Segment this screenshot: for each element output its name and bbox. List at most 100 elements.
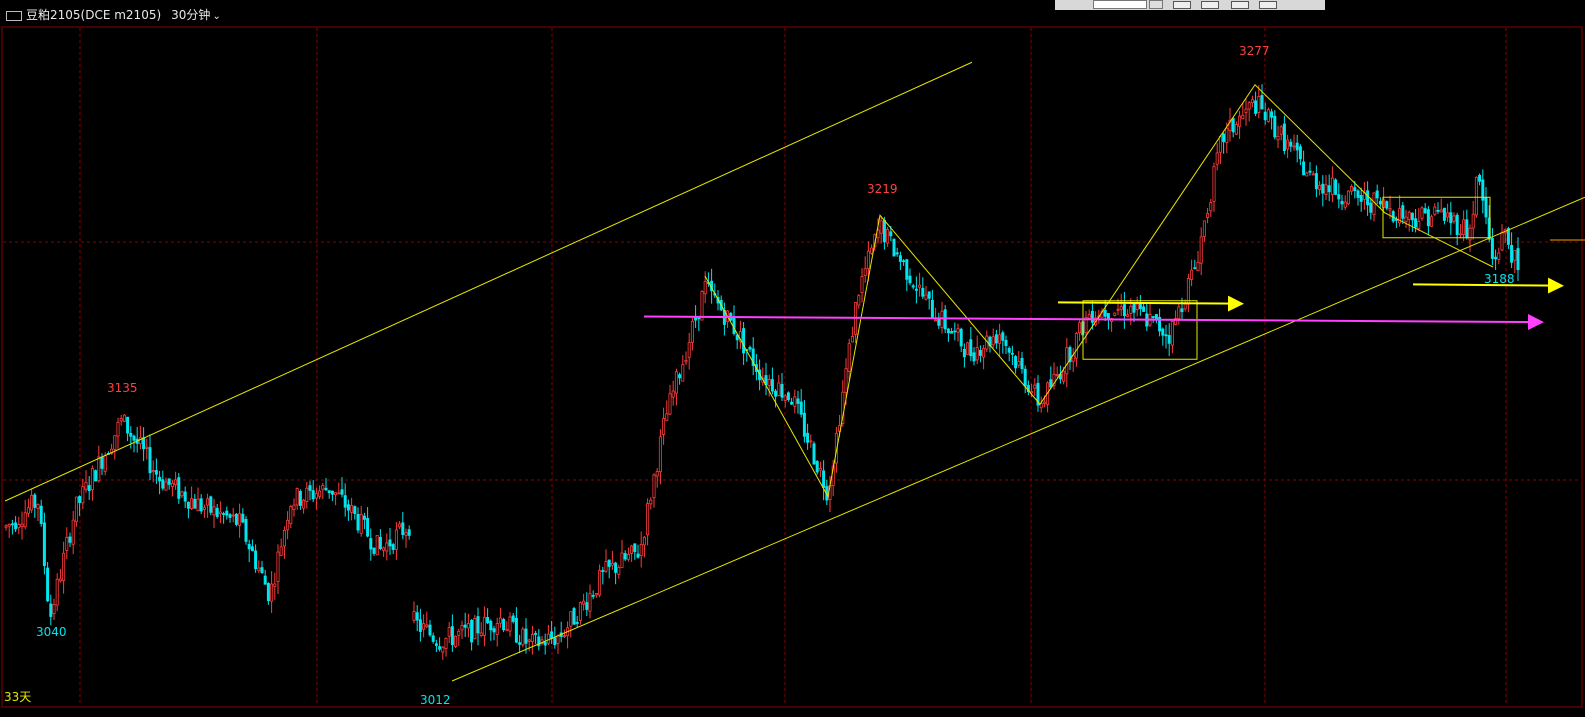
candle-up bbox=[924, 294, 928, 300]
candle-up bbox=[918, 284, 922, 288]
candle-down bbox=[1375, 190, 1379, 199]
candle-down bbox=[623, 553, 627, 560]
candle-up bbox=[279, 546, 283, 556]
candle-up bbox=[1500, 231, 1504, 251]
candle-down bbox=[311, 490, 315, 500]
candle-down bbox=[514, 617, 518, 643]
candle-down bbox=[518, 642, 522, 645]
candle-up bbox=[1225, 127, 1229, 144]
candle-down bbox=[1401, 205, 1405, 219]
candle-down bbox=[1314, 173, 1318, 190]
candle-down bbox=[1359, 194, 1363, 202]
candle-down bbox=[543, 641, 547, 646]
candle-up bbox=[1074, 333, 1078, 359]
candle-up bbox=[23, 512, 27, 528]
candle-down bbox=[486, 617, 490, 624]
candle-up bbox=[174, 479, 178, 486]
candle-up bbox=[498, 617, 502, 624]
candle-up bbox=[1343, 201, 1347, 208]
candle-down bbox=[972, 352, 976, 362]
candle-down bbox=[1273, 115, 1277, 138]
candle-down bbox=[1414, 218, 1418, 228]
candle-down bbox=[1004, 339, 1008, 346]
candle-up bbox=[1129, 305, 1133, 314]
candle-down bbox=[895, 252, 899, 255]
candle-up bbox=[375, 535, 379, 556]
candle-down bbox=[428, 624, 432, 636]
candle-up bbox=[1199, 236, 1203, 264]
candle-up bbox=[1439, 209, 1443, 213]
candle-up bbox=[1350, 186, 1354, 192]
candle-down bbox=[742, 328, 746, 354]
candle-down bbox=[327, 490, 331, 494]
candle-up bbox=[334, 492, 338, 496]
price-label-high: 3135 bbox=[107, 381, 138, 395]
candle-down bbox=[697, 317, 701, 320]
candle-up bbox=[7, 524, 11, 527]
candlestick-chart[interactable]: 3135 3040 3012 3219 3277 3188 33天 bbox=[0, 0, 1585, 717]
candle-down bbox=[1231, 118, 1235, 133]
candle-up bbox=[422, 623, 426, 630]
candle-down bbox=[962, 348, 966, 358]
candle-down bbox=[905, 259, 909, 280]
candle-down bbox=[244, 519, 248, 542]
candle-up bbox=[1135, 303, 1139, 310]
candle-up bbox=[1257, 96, 1261, 113]
candle-down bbox=[1506, 228, 1510, 245]
candle-down bbox=[978, 349, 982, 356]
candle-down bbox=[607, 559, 611, 567]
candle-down bbox=[343, 495, 347, 508]
candle-up bbox=[671, 390, 675, 398]
candle-down bbox=[694, 317, 698, 321]
candle-down bbox=[401, 522, 405, 535]
candle-up bbox=[425, 624, 429, 628]
candle-up bbox=[460, 625, 464, 631]
candle-up bbox=[36, 503, 40, 509]
candle-down bbox=[1442, 207, 1446, 221]
candle-up bbox=[508, 616, 512, 632]
candle-down bbox=[1161, 328, 1165, 336]
candle-down bbox=[1385, 201, 1389, 209]
candle-down bbox=[186, 501, 190, 509]
candle-up bbox=[655, 471, 659, 477]
candle-up bbox=[1420, 207, 1424, 219]
candle-up bbox=[870, 247, 874, 254]
candle-down bbox=[78, 496, 82, 503]
candle-up bbox=[1276, 135, 1280, 141]
candle-down bbox=[1298, 146, 1302, 160]
candle-up bbox=[385, 542, 389, 552]
candle-down bbox=[356, 513, 360, 531]
candle-down bbox=[209, 496, 213, 513]
candle-up bbox=[180, 491, 184, 497]
candle-up bbox=[1513, 250, 1517, 261]
candle-down bbox=[1321, 183, 1325, 194]
candle-down bbox=[1327, 185, 1331, 193]
candle-down bbox=[780, 384, 784, 398]
candle-down bbox=[1270, 111, 1274, 118]
candle-up bbox=[305, 487, 309, 502]
candle-up bbox=[20, 523, 24, 527]
candle-down bbox=[87, 485, 91, 491]
candle-up bbox=[1324, 184, 1328, 195]
candle-down bbox=[177, 477, 181, 499]
candle-down bbox=[1263, 111, 1267, 121]
candle-up bbox=[212, 506, 216, 516]
candle-down bbox=[372, 547, 376, 554]
candle-down bbox=[1122, 304, 1126, 317]
candle-up bbox=[1407, 211, 1411, 220]
candle-down bbox=[748, 347, 752, 350]
candle-up bbox=[58, 578, 62, 582]
candle-down bbox=[362, 515, 366, 520]
candle-down bbox=[882, 219, 886, 243]
candle-up bbox=[866, 250, 870, 269]
candle-down bbox=[378, 536, 382, 550]
candle-up bbox=[289, 506, 293, 525]
candle-up bbox=[630, 545, 634, 554]
candle-down bbox=[1490, 238, 1494, 259]
candle-down bbox=[994, 334, 998, 344]
candle-up bbox=[1212, 166, 1216, 202]
candle-up bbox=[1346, 190, 1350, 205]
candle-up bbox=[1017, 361, 1021, 366]
candle-up bbox=[1388, 208, 1392, 211]
candle-up bbox=[998, 334, 1002, 344]
